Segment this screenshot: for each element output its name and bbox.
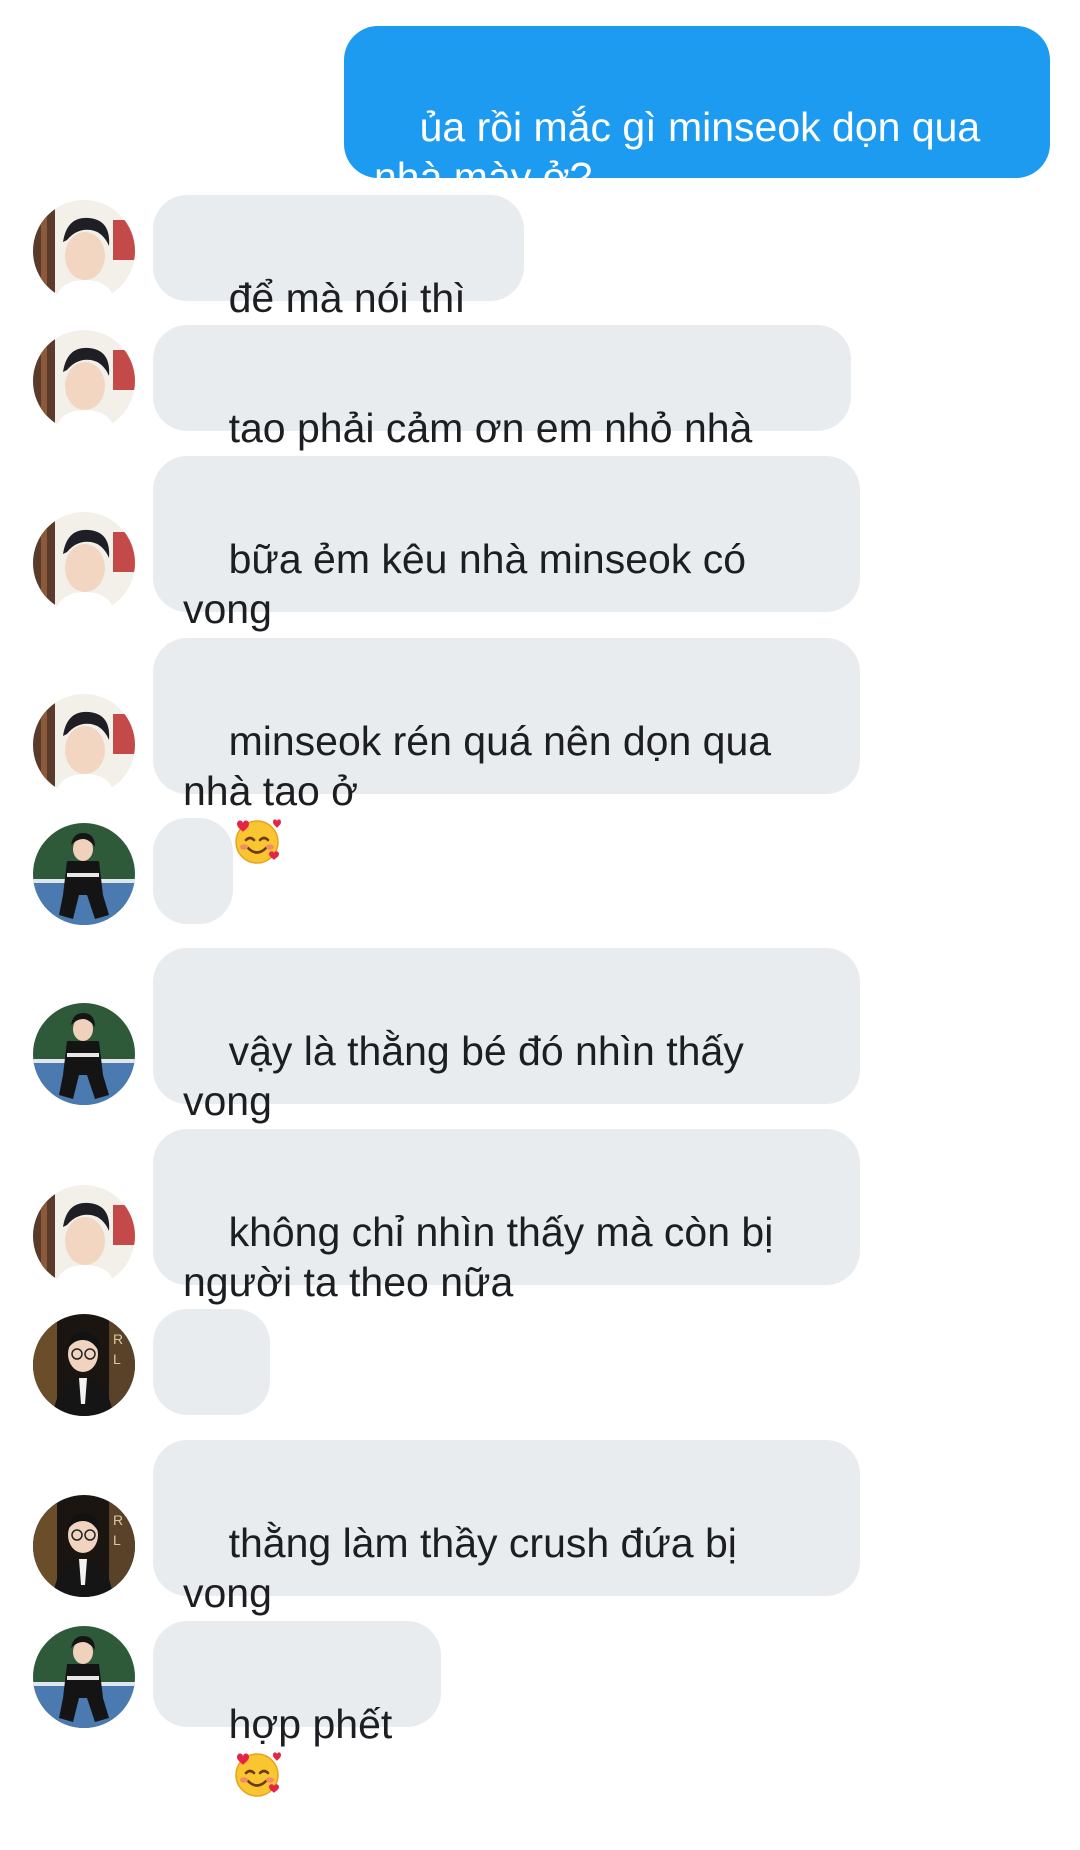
user-b-avatar[interactable] (33, 823, 135, 925)
received-message-bubble[interactable]: tao phải cảm ơn em nhỏ nhà mày (153, 325, 851, 501)
received-message-bubble[interactable]: đù (153, 1309, 270, 1485)
user-b-avatar[interactable] (33, 1626, 135, 1728)
user-a-avatar[interactable] (33, 512, 135, 614)
received-message-bubble[interactable]: minseok rén quá nên dọn qua nhà tao ở (153, 638, 860, 794)
message-text: không chỉ nhìn thấy mà còn bị người ta t… (183, 1209, 774, 1305)
received-message-bubble[interactable]: ê (153, 818, 233, 994)
smiling-face-with-hearts-icon (233, 1749, 283, 1799)
user-a-avatar[interactable] (33, 694, 135, 796)
user-b-avatar[interactable] (33, 1003, 135, 1105)
user-c-avatar[interactable] (33, 1495, 135, 1597)
message-text: hợp phết (228, 1701, 393, 1747)
smiling-face-with-hearts-icon (233, 816, 283, 866)
received-message-bubble[interactable]: không chỉ nhìn thấy mà còn bị người ta t… (153, 1129, 860, 1305)
user-c-avatar[interactable] (33, 1314, 135, 1416)
received-message-bubble[interactable]: hợp phết (153, 1621, 441, 1727)
user-a-avatar[interactable] (33, 330, 135, 432)
received-message-bubble[interactable]: bữa ẻm kêu nhà minseok có vong sống tron… (153, 456, 860, 682)
message-text: minseok rén quá nên dọn qua nhà tao ở (183, 718, 772, 814)
received-message-bubble[interactable]: để mà nói thì (153, 195, 524, 301)
chat-thread: ủa rồi mắc gì minseok dọn qua nhà mày ở?… (0, 0, 1080, 1729)
message-text: ủa rồi mắc gì minseok dọn qua nhà mày ở? (374, 104, 981, 200)
user-a-avatar[interactable] (33, 1185, 135, 1287)
received-message-bubble[interactable]: thằng làm thầy crush đứa bị vong theo (153, 1440, 860, 1666)
message-text: để mà nói thì (228, 275, 466, 321)
sent-message-bubble[interactable]: ủa rồi mắc gì minseok dọn qua nhà mày ở? (344, 26, 1050, 200)
received-message-bubble[interactable]: vậy là thằng bé đó nhìn thấy vong hả? (153, 948, 860, 1174)
user-a-avatar[interactable] (33, 200, 135, 302)
